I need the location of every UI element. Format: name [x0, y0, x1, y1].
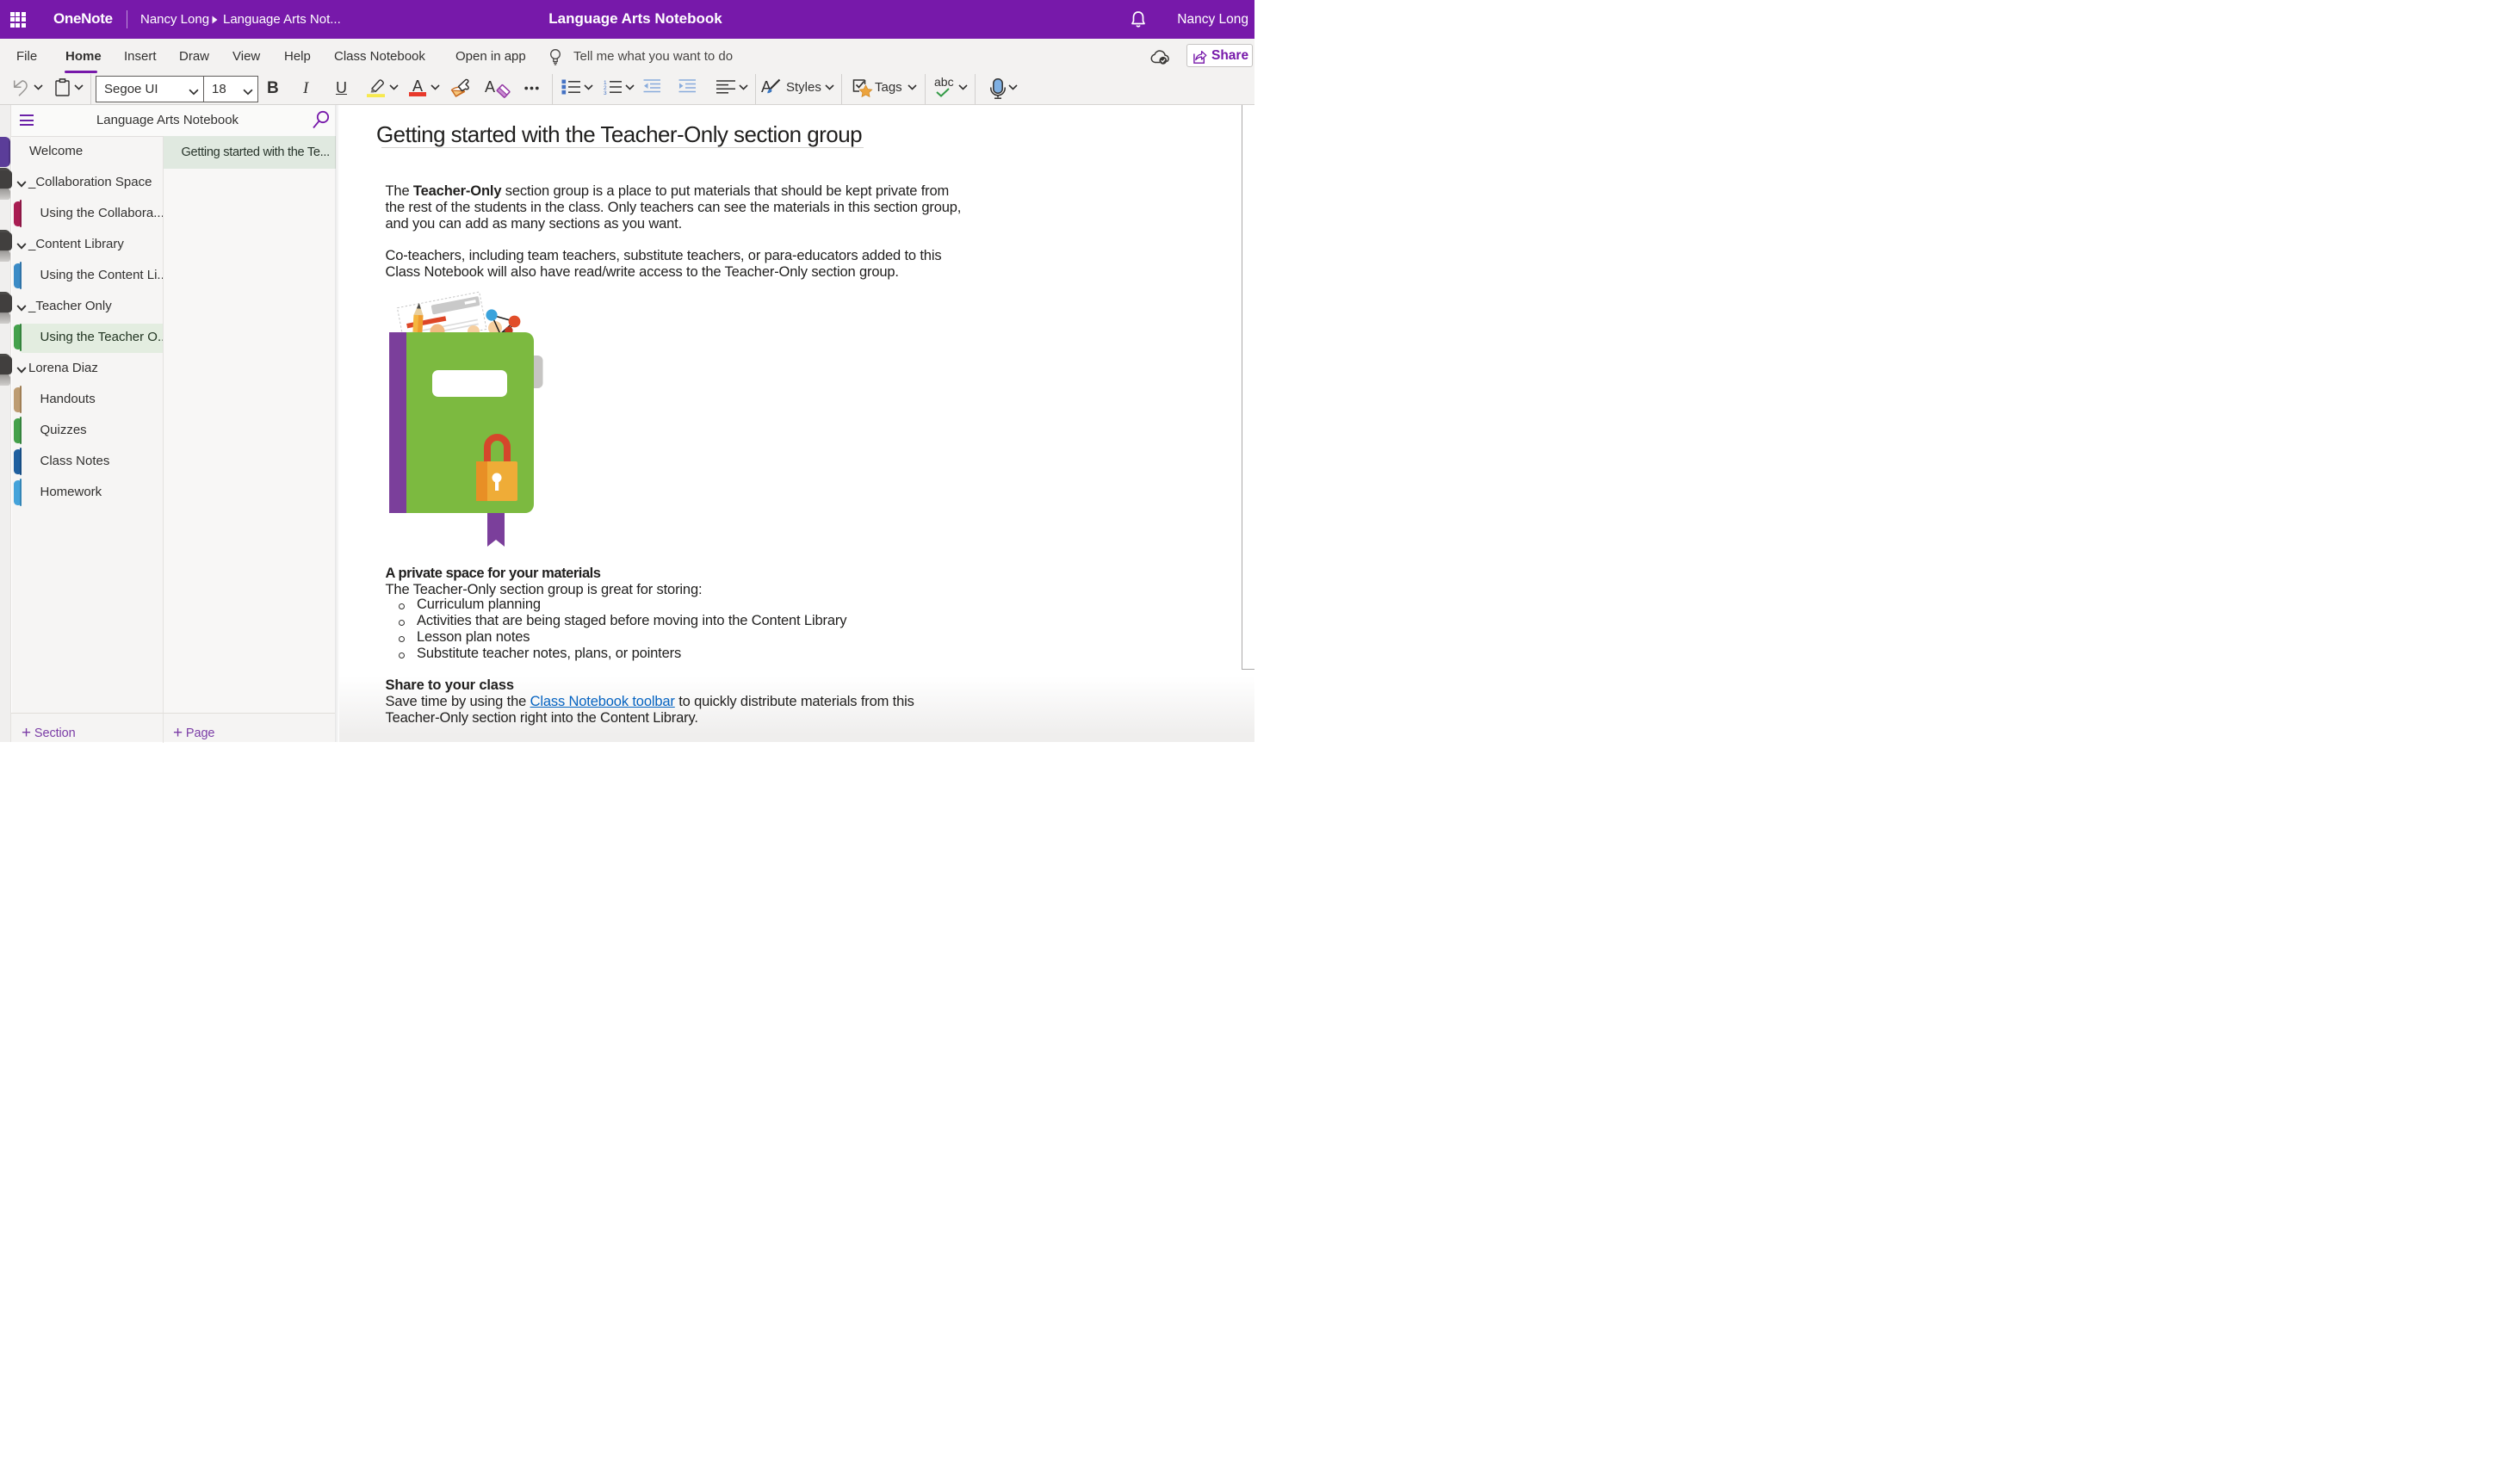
svg-text:3: 3	[604, 90, 607, 95]
svg-text:A: A	[761, 78, 771, 96]
